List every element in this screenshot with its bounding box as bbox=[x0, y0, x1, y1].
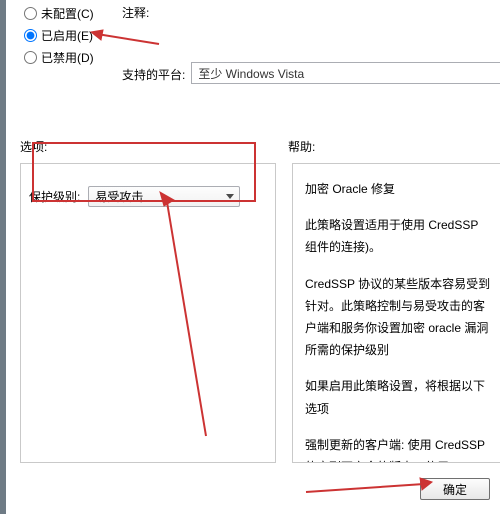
help-text: 加密 Oracle 修复 bbox=[305, 178, 493, 200]
help-panel: 加密 Oracle 修复 此策略设置适用于使用 CredSSP 组件的连接)。 … bbox=[292, 163, 500, 463]
platform-label: 支持的平台: bbox=[122, 24, 185, 120]
radio-disabled-input[interactable] bbox=[24, 51, 37, 64]
radio-disabled[interactable]: 已禁用(D) bbox=[6, 46, 116, 68]
radio-enabled-label: 已启用(E) bbox=[41, 27, 93, 44]
comment-label: 注释: bbox=[122, 2, 185, 24]
platform-value: 至少 Windows Vista bbox=[191, 62, 500, 84]
radio-not-configured-input[interactable] bbox=[24, 7, 37, 20]
help-text: CredSSP 协议的某些版本容易受到针对。此策略控制与易受攻击的客户端和服务你… bbox=[305, 273, 493, 362]
protect-level-select[interactable]: 易受攻击 bbox=[88, 186, 240, 207]
help-text: 强制更新的客户端: 使用 CredSSP 的客到不安全的版本，使用 CredSS… bbox=[305, 434, 493, 463]
protect-level-label: 保护级别: bbox=[29, 188, 80, 205]
radio-disabled-label: 已禁用(D) bbox=[41, 49, 94, 66]
radio-not-configured-label: 未配置(C) bbox=[41, 5, 94, 22]
options-header: 选项: bbox=[20, 138, 288, 155]
help-text: 如果启用此策略设置，将根据以下选项 bbox=[305, 375, 493, 419]
radio-not-configured[interactable]: 未配置(C) bbox=[6, 2, 116, 24]
help-text: 此策略设置适用于使用 CredSSP 组件的连接)。 bbox=[305, 214, 493, 258]
radio-enabled[interactable]: 已启用(E) bbox=[6, 24, 116, 46]
radio-enabled-input[interactable] bbox=[24, 29, 37, 42]
options-panel: 保护级别: 易受攻击 bbox=[20, 163, 276, 463]
ok-button[interactable]: 确定 bbox=[420, 478, 490, 500]
annotation-arrow bbox=[306, 476, 436, 499]
help-header: 帮助: bbox=[288, 138, 315, 155]
